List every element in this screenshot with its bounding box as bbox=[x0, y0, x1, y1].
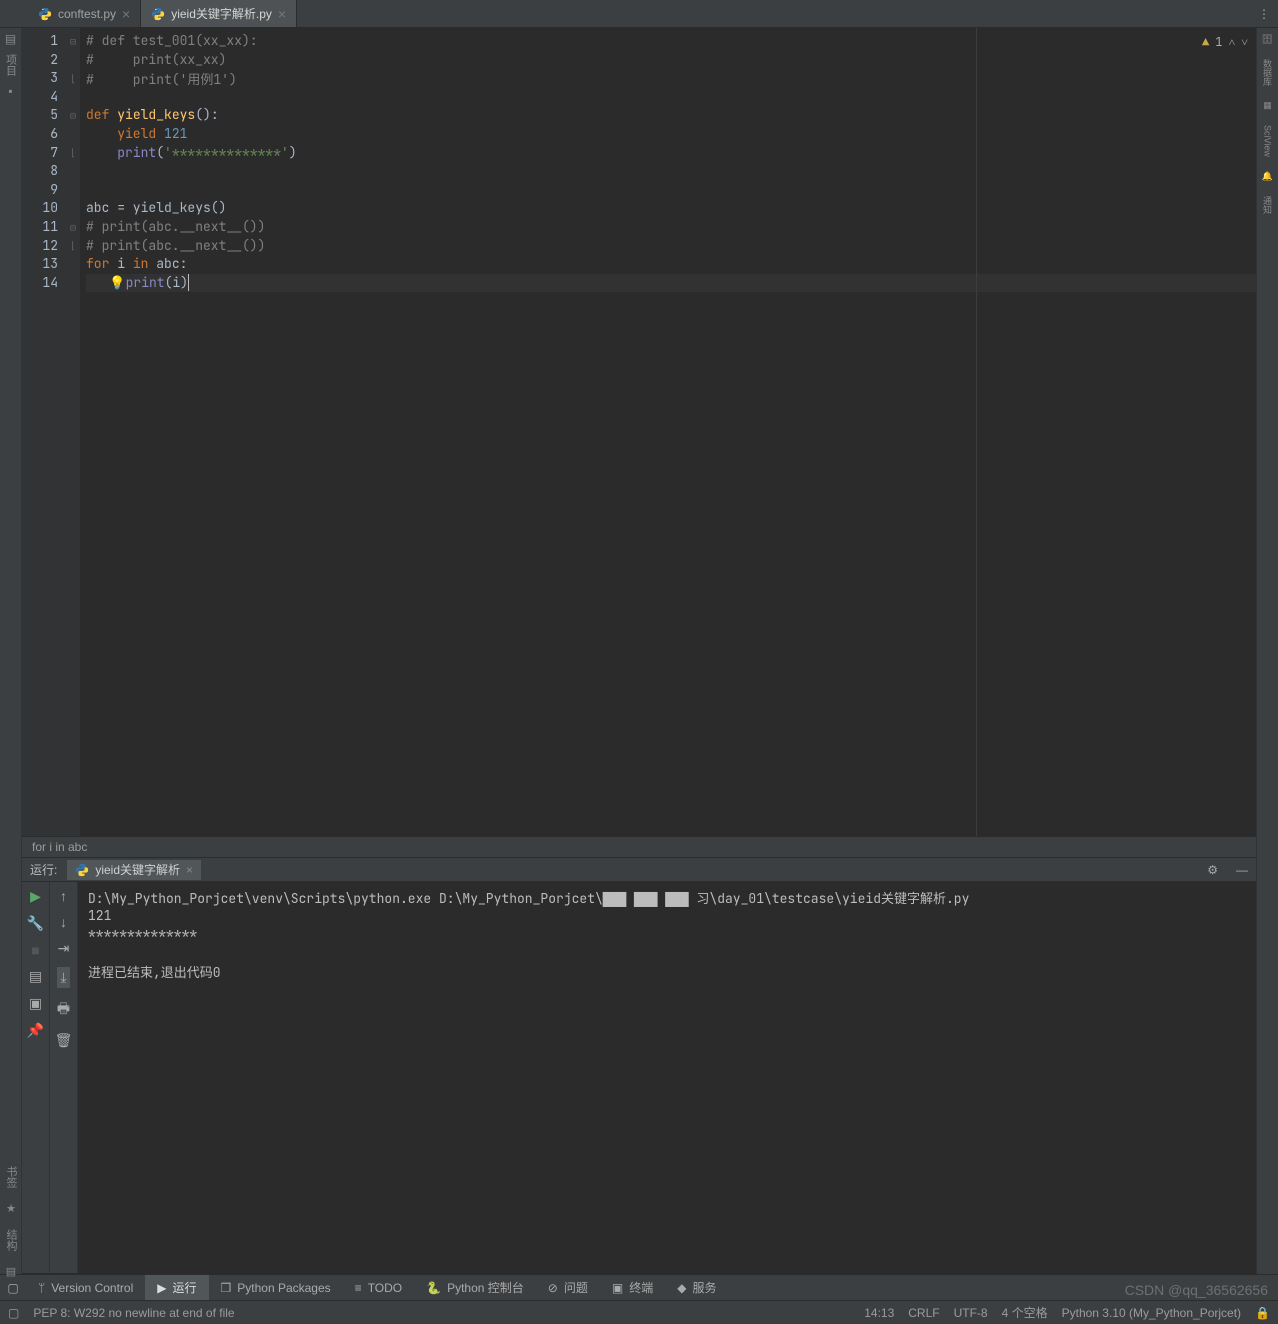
breadcrumb[interactable]: for i in abc bbox=[22, 836, 1256, 858]
tab-yieid[interactable]: yieid关键字解析.py × bbox=[141, 0, 297, 27]
tab-label: yieid关键字解析.py bbox=[171, 5, 272, 22]
sciview-icon[interactable]: ▦ bbox=[1263, 100, 1272, 111]
chevron-up-icon[interactable]: ˄ bbox=[1228, 34, 1235, 50]
up-icon[interactable]: ↑ bbox=[60, 888, 67, 904]
run-tab-label: yieid关键字解析 bbox=[95, 861, 180, 878]
services-icon: ◆ bbox=[677, 1281, 686, 1295]
tool-services[interactable]: ◆ 服务 bbox=[665, 1275, 728, 1300]
notif-label[interactable]: 通知 bbox=[1261, 196, 1274, 214]
inspection-widget[interactable]: ▲ 1 ˄ ˅ bbox=[1202, 34, 1248, 50]
softwrap-icon[interactable]: ⇥ bbox=[58, 940, 70, 957]
tool-todo[interactable]: ≡ TODO bbox=[343, 1275, 414, 1300]
left-gutter: ▤ 项目 ▪ bbox=[0, 28, 22, 1274]
minimize-icon[interactable]: — bbox=[1236, 863, 1248, 877]
status-pos[interactable]: 14:13 bbox=[864, 1306, 894, 1320]
problems-icon: ⊘ bbox=[548, 1281, 558, 1295]
trash-icon[interactable]: 🗑 bbox=[55, 1032, 73, 1049]
play-icon: ▶ bbox=[157, 1281, 166, 1295]
gear-icon[interactable]: ⚙ bbox=[1207, 863, 1218, 877]
folder-icon[interactable]: ▪ bbox=[8, 84, 12, 98]
run-toolbar-right: ↑ ↓ ⇥ ⤓ 🖶 🗑 bbox=[50, 882, 78, 1273]
layout-icon[interactable]: ▤ bbox=[29, 968, 42, 985]
run-console[interactable]: D:\My_Python_Porjcet\venv\Scripts\python… bbox=[78, 882, 1256, 1273]
wrench-icon[interactable]: 🔧 bbox=[27, 915, 44, 932]
terminal-icon: ▣ bbox=[612, 1281, 623, 1295]
run-label: 运行: bbox=[30, 861, 57, 878]
tool-python-packages[interactable]: ❒ Python Packages bbox=[209, 1275, 343, 1300]
structure-label[interactable]: 结构 bbox=[3, 1229, 19, 1251]
run-tab[interactable]: yieid关键字解析 × bbox=[67, 860, 201, 880]
down-icon[interactable]: ↓ bbox=[60, 914, 67, 930]
bottom-toolbar: ▢ ᛘ Version Control ▶ 运行 ❒ Python Packag… bbox=[0, 1274, 1278, 1300]
close-icon[interactable]: × bbox=[278, 6, 286, 22]
code-editor[interactable]: 1234567891011121314 ⊟⌊⊟⌊⊟⌊ ▲ 1 ˄ ˅ # def… bbox=[22, 28, 1256, 836]
status-enc[interactable]: UTF-8 bbox=[954, 1306, 988, 1320]
database-label[interactable]: 数据库 bbox=[1261, 59, 1274, 86]
status-indent[interactable]: 4 个空格 bbox=[1002, 1304, 1048, 1321]
watermark: CSDN @qq_36562656 bbox=[1125, 1282, 1268, 1298]
run-toolbar-left: ▶ 🔧 ■ ▤ ▣ 📌 bbox=[22, 882, 50, 1273]
project-icon[interactable]: ▤ bbox=[5, 32, 16, 46]
status-icon[interactable]: ▢ bbox=[8, 1306, 19, 1320]
right-gutter: 🗄 数据库 ▦ SciView 🔔 通知 bbox=[1256, 28, 1278, 1274]
status-sep[interactable]: CRLF bbox=[908, 1306, 939, 1320]
tool-version-control[interactable]: ᛘ Version Control bbox=[26, 1275, 145, 1300]
print-icon[interactable]: 🖶 bbox=[57, 998, 70, 1022]
status-message: PEP 8: W292 no newline at end of file bbox=[33, 1306, 234, 1320]
status-interp[interactable]: Python 3.10 (My_Python_Porjcet) bbox=[1062, 1306, 1241, 1320]
restore-icon[interactable]: ▣ bbox=[29, 995, 42, 1012]
bell-icon[interactable]: 🔔 bbox=[1262, 171, 1273, 182]
tool-problems[interactable]: ⊘ 问题 bbox=[536, 1275, 600, 1300]
fold-column[interactable]: ⊟⌊⊟⌊⊟⌊ bbox=[66, 28, 80, 836]
run-toolwindow-header: 运行: yieid关键字解析 × ⚙ — bbox=[22, 858, 1256, 882]
stop-icon[interactable]: ■ bbox=[31, 942, 39, 958]
close-icon[interactable]: × bbox=[122, 6, 130, 22]
tab-label: conftest.py bbox=[58, 7, 116, 21]
todo-icon: ≡ bbox=[355, 1281, 362, 1295]
warning-icon: ▲ bbox=[1202, 34, 1209, 50]
kebab-icon[interactable]: ⋮ bbox=[1258, 7, 1270, 21]
breadcrumb-item[interactable]: for i in abc bbox=[32, 840, 87, 854]
python-icon bbox=[38, 7, 52, 21]
pin-icon[interactable]: 📌 bbox=[27, 1022, 44, 1039]
package-icon: ❒ bbox=[221, 1281, 232, 1295]
right-margin-ruler bbox=[976, 28, 977, 836]
tab-conftest[interactable]: conftest.py × bbox=[28, 0, 141, 27]
line-numbers: 1234567891011121314 bbox=[22, 28, 66, 836]
python-icon bbox=[151, 7, 165, 21]
close-icon[interactable]: × bbox=[186, 863, 193, 877]
bookmark-icon[interactable]: ★ bbox=[6, 1202, 16, 1215]
lock-icon[interactable]: 🔒 bbox=[1255, 1306, 1270, 1320]
editor-tabs: conftest.py × yieid关键字解析.py × ⋮ bbox=[0, 0, 1278, 28]
chevron-down-icon[interactable]: ˅ bbox=[1241, 34, 1248, 50]
project-label[interactable]: 项目 bbox=[3, 54, 19, 76]
toolwindow-square-icon[interactable]: ▢ bbox=[0, 1281, 26, 1295]
tool-python-console[interactable]: 🐍 Python 控制台 bbox=[414, 1275, 536, 1300]
scroll-icon[interactable]: ⤓ bbox=[57, 967, 69, 988]
structure-icon[interactable]: ▤ bbox=[6, 1265, 16, 1278]
branch-icon: ᛘ bbox=[38, 1281, 45, 1295]
sciview-label[interactable]: SciView bbox=[1263, 125, 1273, 157]
status-bar: ▢ PEP 8: W292 no newline at end of file … bbox=[0, 1300, 1278, 1324]
database-icon[interactable]: 🗄 bbox=[1262, 34, 1273, 45]
python-icon bbox=[75, 863, 89, 877]
left-strip-bottom: 书签 ★ 结构 ▤ bbox=[0, 1166, 22, 1278]
tool-terminal[interactable]: ▣ 终端 bbox=[600, 1275, 665, 1300]
tool-run[interactable]: ▶ 运行 bbox=[145, 1275, 208, 1300]
rerun-icon[interactable]: ▶ bbox=[30, 888, 41, 905]
python-icon: 🐍 bbox=[426, 1281, 441, 1295]
code-area[interactable]: ▲ 1 ˄ ˅ # def test_001(xx_xx):# print(xx… bbox=[80, 28, 1256, 836]
warning-count: 1 bbox=[1215, 34, 1222, 50]
bookmark-label[interactable]: 书签 bbox=[3, 1166, 19, 1188]
